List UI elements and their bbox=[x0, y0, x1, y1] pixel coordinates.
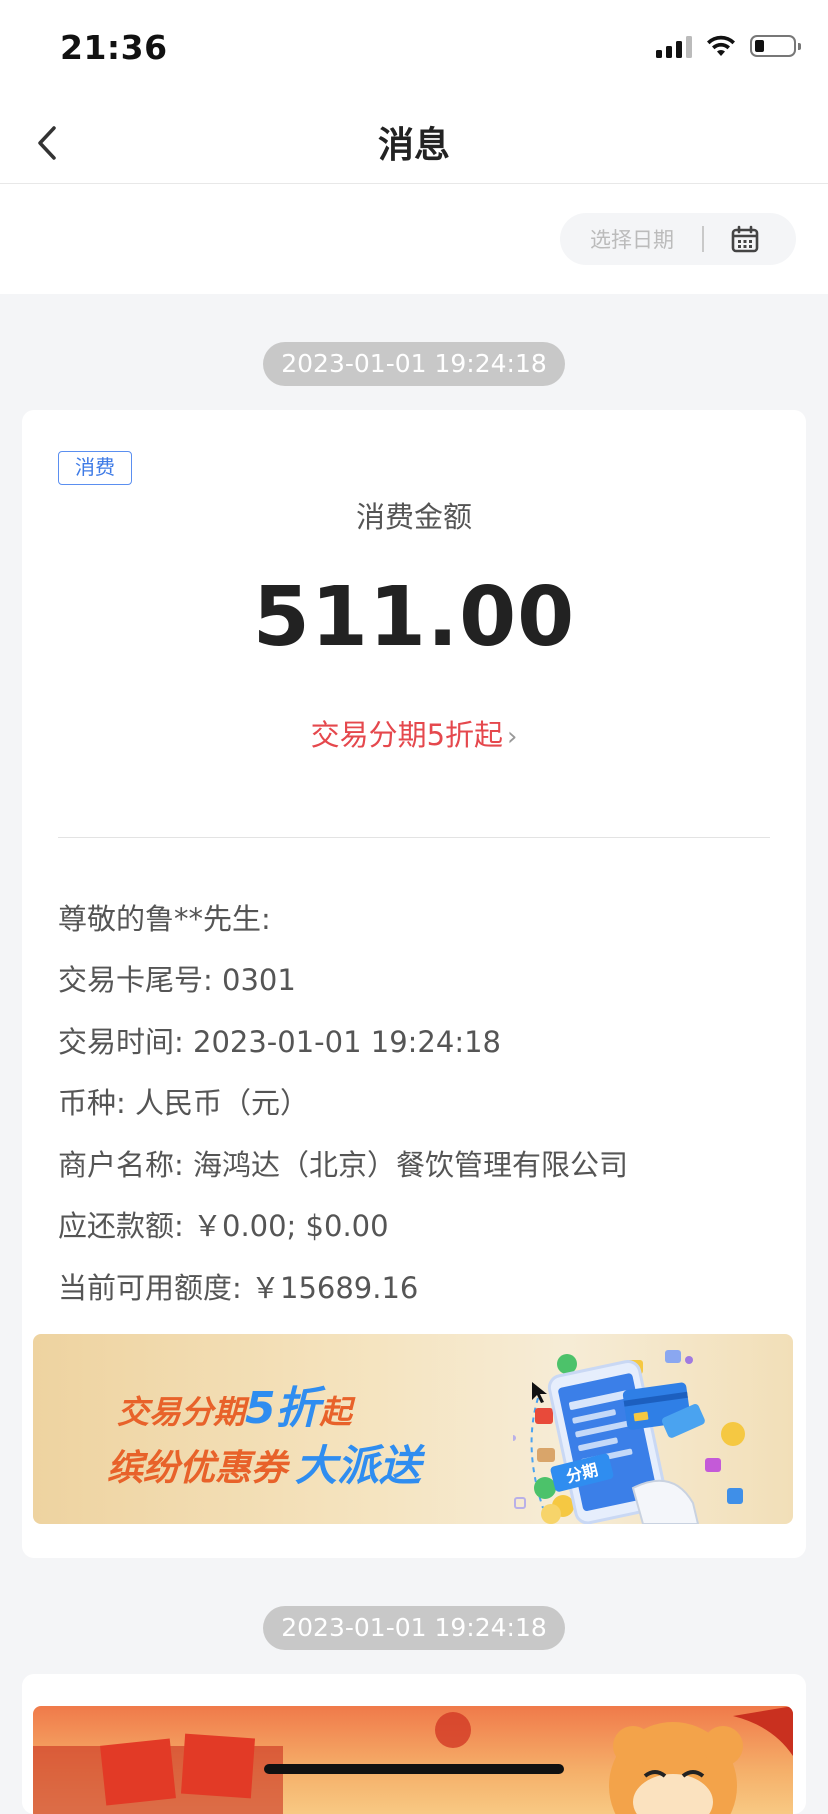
amount-label: 消费金额 bbox=[355, 500, 472, 534]
installment-promo-banner[interactable]: 交易分期5折起 缤纷优惠券 大派送 分期 bbox=[33, 1334, 793, 1524]
installment-promo-link[interactable]: 交易分期5折起 › bbox=[22, 712, 806, 754]
detail-merchant: 商户名称: 海鸿达（北京）餐饮管理有限公司 bbox=[58, 1148, 628, 1182]
date-picker[interactable]: 选择日期 bbox=[560, 213, 796, 265]
date-picker-placeholder: 选择日期 bbox=[590, 228, 674, 252]
installment-promo-text: 交易分期5折起 bbox=[310, 718, 504, 752]
detail-card-tail: 交易卡尾号: 0301 bbox=[58, 963, 296, 997]
banner-line-1-prefix: 交易分期 bbox=[117, 1393, 246, 1431]
banner-line-2-prefix: 缤纷优惠券 bbox=[107, 1448, 288, 1489]
detail-amount-due: 应还款额: ￥0.00; $0.00 bbox=[58, 1209, 389, 1243]
cellular-signal-icon bbox=[656, 34, 692, 58]
battery-icon bbox=[750, 35, 801, 57]
amount-value: 511.00 bbox=[252, 570, 576, 665]
phone-illustration-icon: 分期 bbox=[513, 1350, 745, 1524]
banner-line-1: 交易分期5折起 bbox=[117, 1372, 352, 1436]
tiger-illustration-icon bbox=[33, 1706, 793, 1814]
detail-greeting: 尊敬的鲁**先生: bbox=[58, 902, 271, 936]
page-title: 消息 bbox=[377, 125, 450, 166]
divider bbox=[58, 837, 770, 838]
message-card[interactable] bbox=[22, 1674, 806, 1814]
message-type-tag: 消费 bbox=[58, 451, 132, 485]
message-timestamp: 2023-01-01 19:24:18 bbox=[263, 342, 565, 386]
date-picker-divider bbox=[702, 226, 704, 252]
festival-promo-banner[interactable] bbox=[33, 1706, 793, 1814]
banner-line-2: 缤纷优惠券 大派送 bbox=[107, 1432, 421, 1493]
home-indicator bbox=[264, 1764, 564, 1774]
filter-row: 选择日期 bbox=[0, 184, 828, 294]
banner-line-1-highlight: 5折 bbox=[245, 1383, 320, 1434]
status-time: 21:36 bbox=[60, 28, 168, 67]
detail-transaction-time: 交易时间: 2023-01-01 19:24:18 bbox=[58, 1025, 501, 1059]
status-bar: 21:36 bbox=[0, 0, 828, 100]
calendar-icon bbox=[731, 225, 759, 253]
message-timestamp: 2023-01-01 19:24:18 bbox=[263, 1606, 565, 1650]
banner-line-2-highlight: 大派送 bbox=[295, 1441, 422, 1490]
detail-available-credit: 当前可用额度: ￥15689.16 bbox=[58, 1271, 419, 1305]
chevron-right-icon: › bbox=[507, 722, 518, 752]
wifi-icon bbox=[707, 35, 735, 56]
status-icons bbox=[656, 34, 801, 58]
banner-line-1-suffix: 起 bbox=[319, 1393, 352, 1431]
nav-bar: 消息 bbox=[0, 100, 828, 184]
message-card[interactable]: 消费 消费金额 511.00 交易分期5折起 › 尊敬的鲁**先生: 交易卡尾号:… bbox=[22, 410, 806, 1558]
detail-currency: 币种: 人民币（元） bbox=[58, 1086, 309, 1120]
